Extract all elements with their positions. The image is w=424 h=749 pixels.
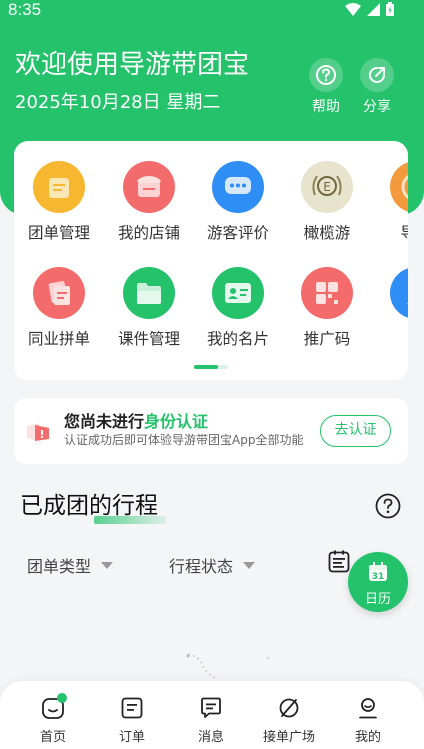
filter-trip-status[interactable]: 行程状态	[169, 553, 256, 577]
verify-button[interactable]: 去认证	[320, 415, 391, 447]
feature-row-1: 团单管理 我的店铺 游客评价 E 橄榄游 导游	[14, 161, 408, 261]
tab-label: 首页	[39, 730, 66, 745]
feature-label: 游客评价	[206, 224, 269, 242]
olive-badge-icon: E	[301, 161, 353, 213]
page-indicator	[194, 365, 228, 369]
battery-icon	[386, 2, 394, 16]
bottom-tab-bar: 首页 订单 消息 接单广场 我的	[0, 681, 424, 749]
question-icon[interactable]	[375, 493, 401, 519]
help-label: 帮助	[312, 99, 340, 115]
share-label: 分享	[363, 99, 391, 115]
status-time: 8:35	[8, 0, 42, 19]
feature-guide[interactable]: 导游	[371, 161, 408, 243]
auth-title-highlight: 身份认证	[144, 412, 209, 431]
profile-icon	[338, 695, 398, 721]
feature-label: 导游	[371, 221, 408, 243]
feature-promo-code[interactable]: 推广码	[282, 267, 372, 349]
feature-label: 同业拼单	[27, 330, 90, 348]
auth-subtitle: 认证成功后即可体验导游带团宝App全部功能	[64, 433, 304, 447]
tab-label: 消息	[197, 730, 224, 745]
message-icon	[181, 695, 241, 721]
share-button[interactable]: 分享	[354, 58, 400, 116]
status-icons	[345, 2, 394, 16]
feature-courseware[interactable]: 课件管理	[104, 267, 194, 349]
calendar-icon: 31	[369, 562, 387, 582]
home-icon	[23, 693, 83, 721]
auth-title: 您尚未进行身份认证	[64, 408, 208, 432]
feature-label: 课件管理	[117, 330, 180, 348]
feature-tourist-review[interactable]: 游客评价	[193, 161, 283, 243]
feature-group-order[interactable]: 团单管理	[14, 161, 104, 243]
tab-label: 订单	[118, 730, 145, 745]
business-card-icon	[212, 267, 264, 319]
shop-icon	[123, 161, 175, 213]
folder-icon	[123, 267, 175, 319]
filter-order-type-label: 团单类型	[27, 557, 92, 576]
guide-icon	[390, 161, 408, 213]
feature-olive-tour[interactable]: E 橄榄游	[282, 161, 372, 243]
help-button[interactable]: 帮助	[303, 58, 349, 116]
user-icon	[390, 267, 408, 319]
filter-order-type[interactable]: 团单类型	[27, 553, 114, 577]
list-view-icon[interactable]	[328, 550, 350, 574]
feature-label: 推广码	[303, 330, 351, 348]
warning-tag-icon	[27, 423, 49, 441]
chevron-down-icon	[243, 561, 256, 569]
calendar-day: 31	[372, 572, 385, 582]
group-order-icon	[33, 161, 85, 213]
wifi-icon	[345, 2, 361, 16]
feature-label: 我的店铺	[117, 224, 180, 242]
share-icon	[360, 58, 394, 92]
feature-shared-order[interactable]: 同业拼单	[14, 267, 104, 349]
tab-orders[interactable]: 订单	[102, 695, 162, 745]
calendar-fab[interactable]: 31 日历	[348, 552, 408, 612]
shared-order-icon	[33, 267, 85, 319]
feature-label: 我的名片	[206, 330, 269, 348]
tab-profile[interactable]: 我的	[338, 695, 398, 745]
current-date: 2025年10月28日 星期二	[15, 92, 221, 113]
svg-text:E: E	[323, 180, 331, 194]
feature-business-card[interactable]: 我的名片	[193, 267, 283, 349]
tab-messages[interactable]: 消息	[181, 695, 241, 745]
feature-grid: 团单管理 我的店铺 游客评价 E 橄榄游 导游	[14, 141, 408, 380]
feature-row-2: 同业拼单 课件管理 我的名片 推广码 收	[14, 267, 408, 367]
status-bar: 8:35	[0, 0, 424, 22]
active-dot	[57, 693, 67, 703]
calendar-label: 日历	[364, 592, 391, 607]
feature-label: 橄榄游	[303, 224, 351, 242]
auth-title-prefix: 您尚未进行	[64, 412, 145, 431]
tab-label: 我的	[354, 730, 381, 745]
filter-trip-status-label: 行程状态	[169, 557, 234, 576]
comment-icon	[212, 161, 264, 213]
feature-my-shop[interactable]: 我的店铺	[104, 161, 194, 243]
welcome-title: 欢迎使用导游带团宝	[15, 50, 250, 80]
tab-order-plaza[interactable]: 接单广场	[254, 695, 324, 745]
feature-label: 收	[371, 327, 408, 349]
order-icon	[102, 695, 162, 721]
feature-receive[interactable]: 收	[371, 267, 408, 349]
chevron-down-icon	[101, 561, 114, 569]
section-title: 已成团的行程	[20, 486, 166, 524]
section-title-text: 已成团的行程	[20, 493, 158, 519]
tab-home[interactable]: 首页	[23, 693, 83, 745]
tab-label: 接单广场	[262, 730, 315, 745]
help-icon	[309, 58, 343, 92]
qrcode-icon	[301, 267, 353, 319]
identity-verify-card: 您尚未进行身份认证 认证成功后即可体验导游带团宝App全部功能 去认证	[14, 398, 408, 464]
plaza-icon	[254, 695, 324, 721]
cellular-icon	[367, 2, 380, 16]
loading-spinner-icon	[186, 653, 270, 679]
feature-label: 团单管理	[27, 224, 90, 242]
